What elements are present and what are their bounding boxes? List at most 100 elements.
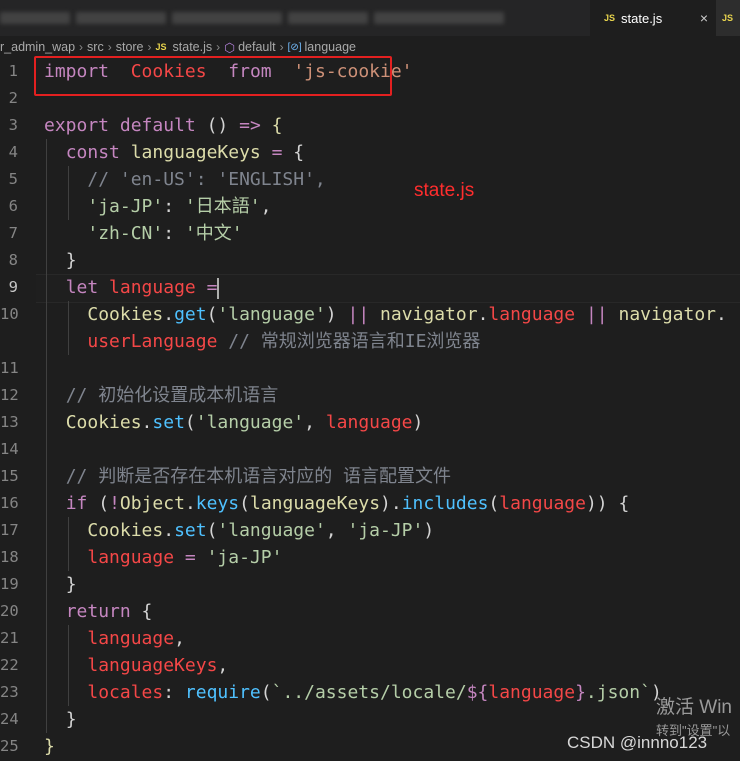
chevron-right-icon: › (147, 40, 152, 54)
code-token: Cookies (87, 304, 164, 325)
code-token: // 常规浏览器语言和IE浏览器 (228, 331, 481, 352)
breadcrumb-item[interactable]: store (116, 40, 144, 54)
code-text: languageKeys, (44, 652, 228, 679)
breadcrumb-item[interactable]: src (87, 40, 104, 54)
code-token: . (163, 304, 175, 325)
code-line[interactable]: 24 } (0, 706, 740, 733)
code-line[interactable]: 22 languageKeys, (0, 652, 740, 679)
code-token: ). (380, 493, 402, 514)
code-line[interactable]: 3 export default () => { (0, 112, 740, 139)
code-token: 'language' (217, 520, 326, 541)
code-line[interactable]: 19 } (0, 571, 740, 598)
code-token: ( (488, 493, 500, 514)
text-cursor (217, 277, 220, 299)
code-line[interactable]: 9 let language = (0, 274, 740, 301)
code-token: language (87, 628, 175, 649)
line-number: 3 (8, 116, 18, 134)
line-number: 19 (0, 575, 19, 593)
code-line[interactable]: 16 if (!Object.keys(languageKeys).includ… (0, 490, 740, 517)
code-token: Object (119, 493, 185, 514)
code-token: language (488, 682, 576, 703)
code-token: language (488, 304, 576, 325)
line-number: 16 (0, 494, 19, 512)
code-token: = (206, 277, 218, 298)
tab-state-js[interactable]: JS state.js × (590, 0, 716, 36)
code-text: } (44, 571, 77, 598)
code-token: set (152, 412, 185, 433)
code-token: // 判断是否存在本机语言对应的 语言配置文件 (65, 466, 452, 487)
tab-next[interactable]: JS (716, 0, 740, 36)
chevron-right-icon: › (79, 40, 84, 54)
code-line[interactable]: 13 Cookies.set('language', language) (0, 409, 740, 436)
code-line[interactable]: 7 'zh-CN': '中文' (0, 220, 740, 247)
code-text: let language = (44, 274, 220, 301)
code-line[interactable]: 23 locales: require(`../assets/locale/${… (0, 679, 740, 706)
breadcrumb-item[interactable]: state.js (173, 40, 213, 54)
code-line[interactable]: userLanguage // 常规浏览器语言和IE浏览器 (0, 328, 740, 355)
close-icon[interactable]: × (700, 10, 708, 26)
code-line[interactable]: 20 return { (0, 598, 740, 625)
code-token: if (65, 493, 88, 514)
breadcrumb-item[interactable]: language (305, 40, 356, 54)
code-token: ( (260, 682, 272, 703)
line-number: 8 (8, 251, 18, 269)
line-number: 17 (0, 521, 19, 539)
line-number: 1 (8, 62, 18, 80)
code-line[interactable]: 11 (0, 355, 740, 382)
code-line[interactable]: 4 const languageKeys = { (0, 139, 740, 166)
breadcrumb-item[interactable]: r_admin_wap (0, 40, 75, 54)
code-line[interactable]: 15 // 判断是否存在本机语言对应的 语言配置文件 (0, 463, 740, 490)
code-text: locales: require(`../assets/locale/${lan… (44, 679, 661, 706)
code-token: || (347, 304, 370, 325)
breadcrumb-item[interactable]: default (238, 40, 276, 54)
code-token: 'ja-JP' (206, 547, 283, 568)
code-token: // 初始化设置成本机语言 (65, 385, 279, 406)
code-line[interactable]: 14 (0, 436, 740, 463)
windows-activation-text: 激活 Win (656, 697, 733, 718)
code-line[interactable]: 6 'ja-JP': '日本語', (0, 193, 740, 220)
code-token: Cookies (87, 520, 164, 541)
code-line[interactable]: 12 // 初始化设置成本机语言 (0, 382, 740, 409)
code-token: { (293, 142, 305, 163)
line-number: 21 (0, 629, 19, 647)
line-number: 24 (0, 710, 19, 728)
cube-icon: ⬡ (224, 40, 236, 55)
code-token: } (65, 709, 77, 730)
highlight-box (34, 56, 392, 96)
code-token: export (44, 115, 110, 136)
code-token: // 'en-US': 'ENGLISH', (87, 169, 326, 190)
code-token: : (163, 682, 185, 703)
tab-bar: JS state.js × JS (0, 0, 740, 36)
code-token: = (271, 142, 283, 163)
code-line[interactable]: 8 } (0, 247, 740, 274)
code-text: } (44, 706, 77, 733)
code-token: includes (401, 493, 489, 514)
code-token: language (325, 412, 413, 433)
code-line[interactable]: 18 language = 'ja-JP' (0, 544, 740, 571)
code-text: language, (44, 625, 185, 652)
code-line[interactable]: 21 language, (0, 625, 740, 652)
code-editor[interactable]: 1 import Cookies from 'js-cookie' 2 3 export… (0, 58, 740, 761)
line-number: 7 (8, 224, 18, 242)
code-line[interactable]: 5 // 'en-US': 'ENGLISH', (0, 166, 740, 193)
code-line[interactable]: 10 Cookies.get('language') || navigator.… (0, 301, 740, 328)
code-token: 'ja-JP' (347, 520, 424, 541)
code-text: // 判断是否存在本机语言对应的 语言配置文件 (44, 463, 451, 490)
code-line[interactable]: 17 Cookies.set('language', 'ja-JP') (0, 517, 740, 544)
